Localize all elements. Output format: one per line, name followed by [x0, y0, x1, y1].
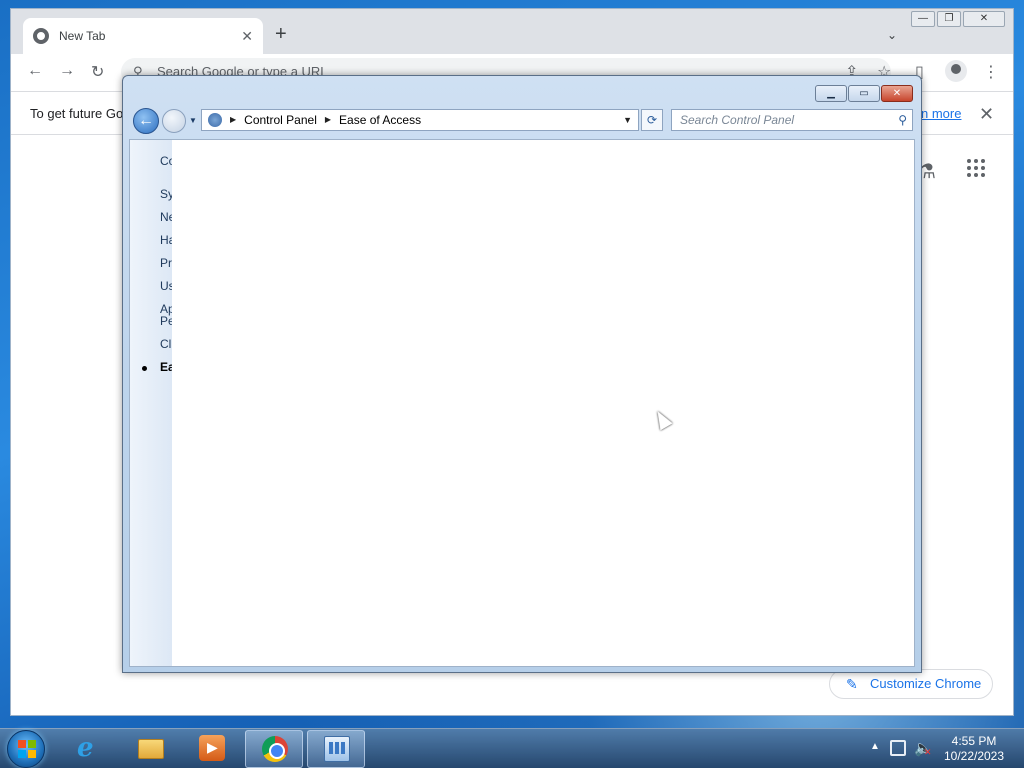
chrome-icon	[262, 736, 288, 762]
sidebar-item-personalization[interactable]: Pe	[160, 314, 172, 328]
sidebar-item-network[interactable]: Ne	[160, 210, 172, 224]
customize-chrome-label: Customize Chrome	[870, 676, 982, 691]
muted-x-icon: ✕	[924, 747, 932, 757]
network-icon[interactable]	[890, 740, 906, 756]
close-button[interactable]: ✕	[963, 11, 1005, 27]
breadcrumb-control-panel[interactable]: Control Panel	[244, 110, 317, 130]
sidebar-item-programs[interactable]: Pr	[160, 256, 172, 270]
cp-search-input[interactable]: Search Control Panel ⚲	[671, 109, 913, 131]
taskbar-internet-explorer[interactable]: e	[61, 730, 119, 768]
address-dropdown-icon[interactable]: ▼	[623, 110, 632, 130]
system-clock[interactable]: 4:55 PM 10/22/2023	[938, 734, 1010, 764]
profile-avatar-icon[interactable]	[945, 60, 967, 82]
sidebar-item-clock[interactable]: Cl	[160, 337, 171, 351]
breadcrumb-separator-icon[interactable]: ▶	[230, 110, 236, 130]
control-panel-icon	[324, 736, 350, 762]
learn-more-link[interactable]: n more	[921, 92, 961, 136]
infobar-text: To get future Go	[30, 106, 124, 121]
tab-strip: New Tab ✕ + ⌄ — ❐ ✕	[11, 9, 1013, 54]
show-hidden-icons-arrow-icon[interactable]: ▲	[870, 741, 880, 752]
tab-title: New Tab	[59, 29, 106, 43]
taskbar-control-panel[interactable]	[307, 730, 365, 768]
sidebar-item-hardware[interactable]: Ha	[160, 233, 172, 247]
folder-icon	[138, 739, 164, 759]
breadcrumb-separator-icon[interactable]: ▶	[325, 110, 331, 130]
back-arrow-icon[interactable]: ←	[27, 62, 43, 80]
cp-minimize-button[interactable]: ▁	[815, 85, 847, 102]
cp-close-button[interactable]: ✕	[881, 85, 913, 102]
clock-time: 4:55 PM	[951, 734, 997, 748]
cp-content-area: Co Sy Ne Ha Pr Us Ap Pe Cl Ea	[129, 139, 915, 667]
pencil-icon: ✎	[846, 676, 858, 692]
taskbar-file-explorer[interactable]	[122, 730, 180, 768]
forward-arrow-icon[interactable]: →	[59, 62, 75, 80]
customize-chrome-button[interactable]: ✎ Customize Chrome	[829, 669, 993, 699]
sidebar-item-control-panel-home[interactable]: Co	[160, 154, 172, 168]
reload-icon[interactable]: ↻	[91, 62, 104, 82]
cp-search-placeholder: Search Control Panel	[680, 113, 795, 127]
sidebar-item-system[interactable]: Sy	[160, 187, 172, 201]
search-icon[interactable]: ⚲	[898, 110, 907, 130]
tab-new-tab[interactable]: New Tab ✕	[23, 18, 263, 54]
cp-maximize-button[interactable]: ▭	[848, 85, 880, 102]
sidebar-item-user-accounts[interactable]: Us	[160, 279, 172, 293]
windows-logo-icon	[18, 740, 36, 758]
cp-back-arrow-icon[interactable]: ←	[133, 108, 159, 134]
recent-pages-dropdown-icon[interactable]: ▼	[189, 116, 197, 125]
tab-search-icon[interactable]: ⌄	[887, 28, 897, 42]
control-panel-window: ▁ ▭ ✕ ← ▼ ▶ Control Panel ▶ Ease of Acce…	[122, 75, 922, 673]
internet-explorer-icon: e	[77, 733, 94, 763]
menu-kebab-icon[interactable]: ⋮	[983, 62, 999, 82]
breadcrumb-ease-of-access[interactable]: Ease of Access	[339, 110, 421, 130]
cp-sidebar: Co Sy Ne Ha Pr Us Ap Pe Cl Ea	[130, 140, 172, 666]
chrome-favicon-icon	[33, 28, 49, 44]
media-player-icon	[199, 735, 225, 761]
new-tab-button[interactable]: +	[275, 24, 287, 44]
sidebar-item-ease-of-access[interactable]: Ea	[160, 360, 172, 374]
clock-date: 10/22/2023	[943, 749, 1005, 763]
start-button[interactable]	[7, 730, 45, 768]
cp-window-controls: ▁ ▭ ✕	[815, 85, 913, 102]
taskbar-media-player[interactable]	[183, 730, 241, 768]
current-item-bullet	[142, 366, 147, 371]
minimize-button[interactable]: —	[911, 11, 935, 27]
taskbar-chrome[interactable]	[245, 730, 303, 768]
chrome-window-controls: — ❐ ✕	[911, 11, 1005, 27]
taskbar: e ▲ 🔈 ✕ 4:55 PM 10/22/2023	[0, 728, 1024, 768]
cp-address-bar[interactable]: ▶ Control Panel ▶ Ease of Access ▼	[201, 109, 639, 131]
infobar-close-icon[interactable]: ✕	[979, 92, 994, 136]
cp-forward-arrow-icon[interactable]	[162, 109, 186, 133]
tab-close-icon[interactable]: ✕	[241, 28, 253, 45]
maximize-button[interactable]: ❐	[937, 11, 961, 27]
control-panel-icon	[208, 113, 222, 127]
refresh-icon[interactable]: ⟳	[641, 109, 663, 131]
google-apps-icon[interactable]	[967, 159, 985, 177]
